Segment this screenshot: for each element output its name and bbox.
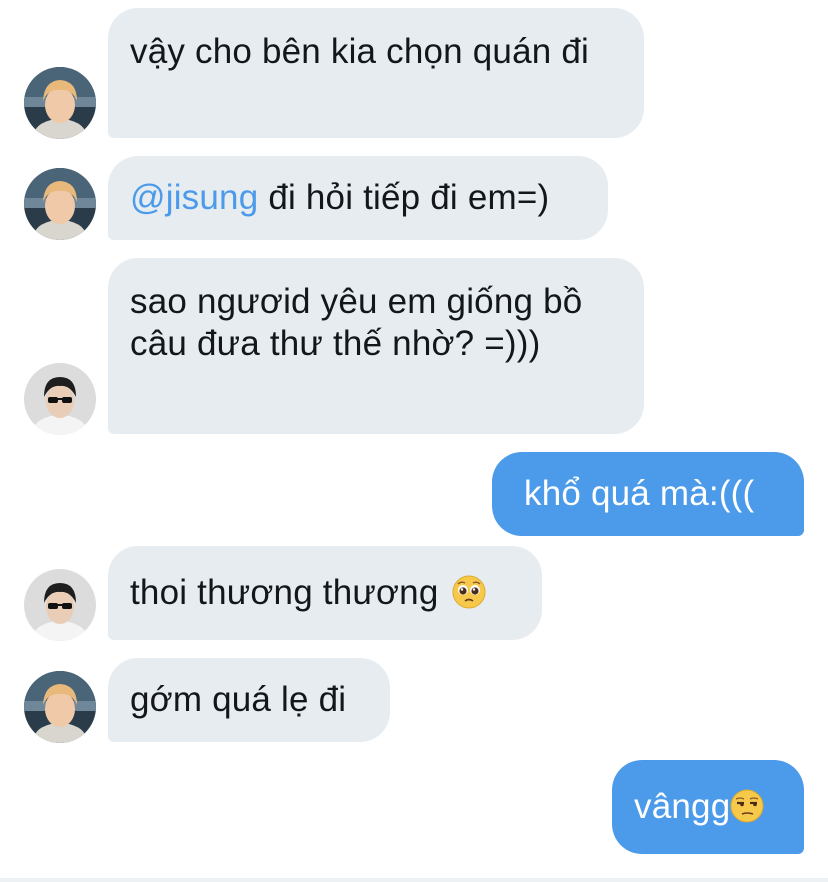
avatar-sunglasses-icon [24, 569, 96, 641]
avatar-blond-icon [24, 168, 96, 240]
pleading-face-emoji-icon [452, 575, 486, 609]
message-text: sao ngươid yêu em giống bồ câu đưa thư t… [130, 282, 583, 363]
message-text: vângg [634, 787, 731, 826]
message-bubble-outgoing[interactable]: vângg [612, 760, 804, 854]
mention-link[interactable]: @jisung [130, 178, 258, 217]
message-bubble-incoming[interactable]: @jisung đi hỏi tiếp đi em=) [108, 156, 608, 240]
avatar[interactable] [24, 671, 96, 743]
message-bubble-outgoing[interactable]: khổ quá mà:((( [492, 452, 804, 536]
unamused-face-emoji-icon [730, 789, 764, 823]
avatar[interactable] [24, 363, 96, 435]
message-bubble-incoming[interactable]: sao ngươid yêu em giống bồ câu đưa thư t… [108, 258, 644, 434]
message-text: vậy cho bên kia chọn quán đi [130, 32, 589, 71]
message-text: thoi thương thương [130, 573, 439, 612]
message-bubble-incoming[interactable]: gớm quá lẹ đi [108, 658, 390, 742]
dm-conversation: vậy cho bên kia chọn quán đi @jisung đi … [0, 0, 828, 882]
message-text: khổ quá mà:((( [524, 474, 755, 513]
message-bubble-incoming[interactable]: thoi thương thương [108, 546, 542, 640]
avatar[interactable] [24, 67, 96, 139]
message-text: đi hỏi tiếp đi em=) [258, 178, 550, 217]
divider [0, 878, 828, 882]
avatar[interactable] [24, 168, 96, 240]
avatar-blond-icon [24, 671, 96, 743]
avatar[interactable] [24, 569, 96, 641]
avatar-blond-icon [24, 67, 96, 139]
message-bubble-incoming[interactable]: vậy cho bên kia chọn quán đi [108, 8, 644, 138]
message-text: gớm quá lẹ đi [130, 680, 347, 719]
avatar-sunglasses-icon [24, 363, 96, 435]
